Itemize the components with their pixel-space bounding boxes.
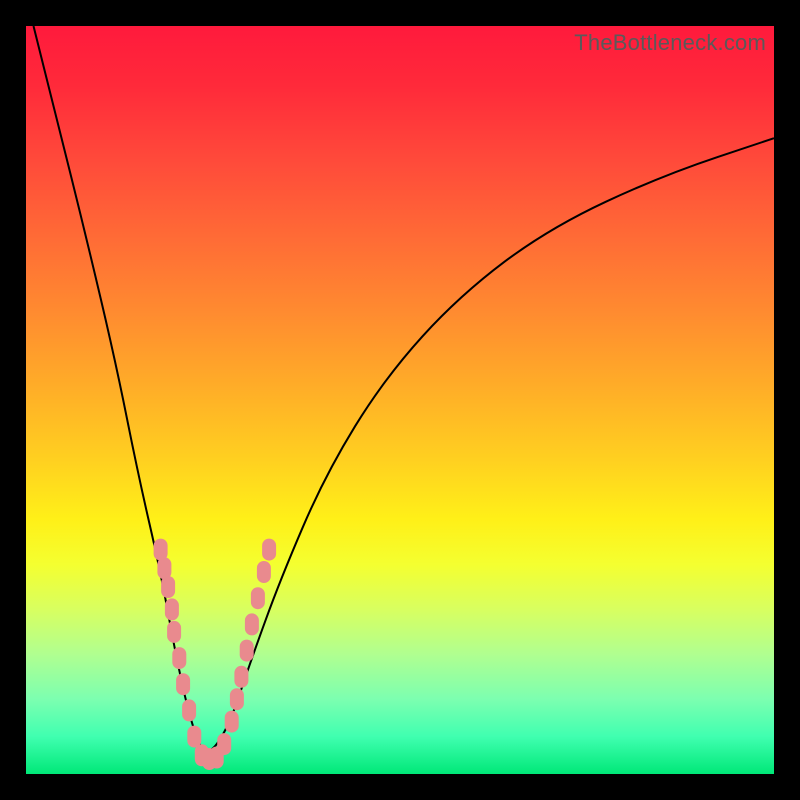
- bottleneck-curve-line: [34, 26, 775, 751]
- data-marker: [167, 621, 181, 643]
- data-marker: [161, 576, 175, 598]
- data-marker: [172, 647, 186, 669]
- chart-frame: TheBottleneck.com: [26, 26, 774, 774]
- data-marker: [251, 587, 265, 609]
- data-marker: [217, 733, 231, 755]
- data-marker: [234, 666, 248, 688]
- data-marker: [245, 613, 259, 635]
- data-marker: [240, 640, 254, 662]
- data-marker: [262, 539, 276, 561]
- data-marker: [157, 557, 171, 579]
- data-marker: [154, 539, 168, 561]
- data-marker: [225, 711, 239, 733]
- chart-svg: [26, 26, 774, 774]
- data-marker: [182, 699, 196, 721]
- data-marker: [176, 673, 190, 695]
- marker-cluster: [154, 539, 277, 770]
- data-marker: [165, 598, 179, 620]
- data-marker: [230, 688, 244, 710]
- watermark-text: TheBottleneck.com: [574, 30, 766, 56]
- data-marker: [257, 561, 271, 583]
- data-marker: [187, 726, 201, 748]
